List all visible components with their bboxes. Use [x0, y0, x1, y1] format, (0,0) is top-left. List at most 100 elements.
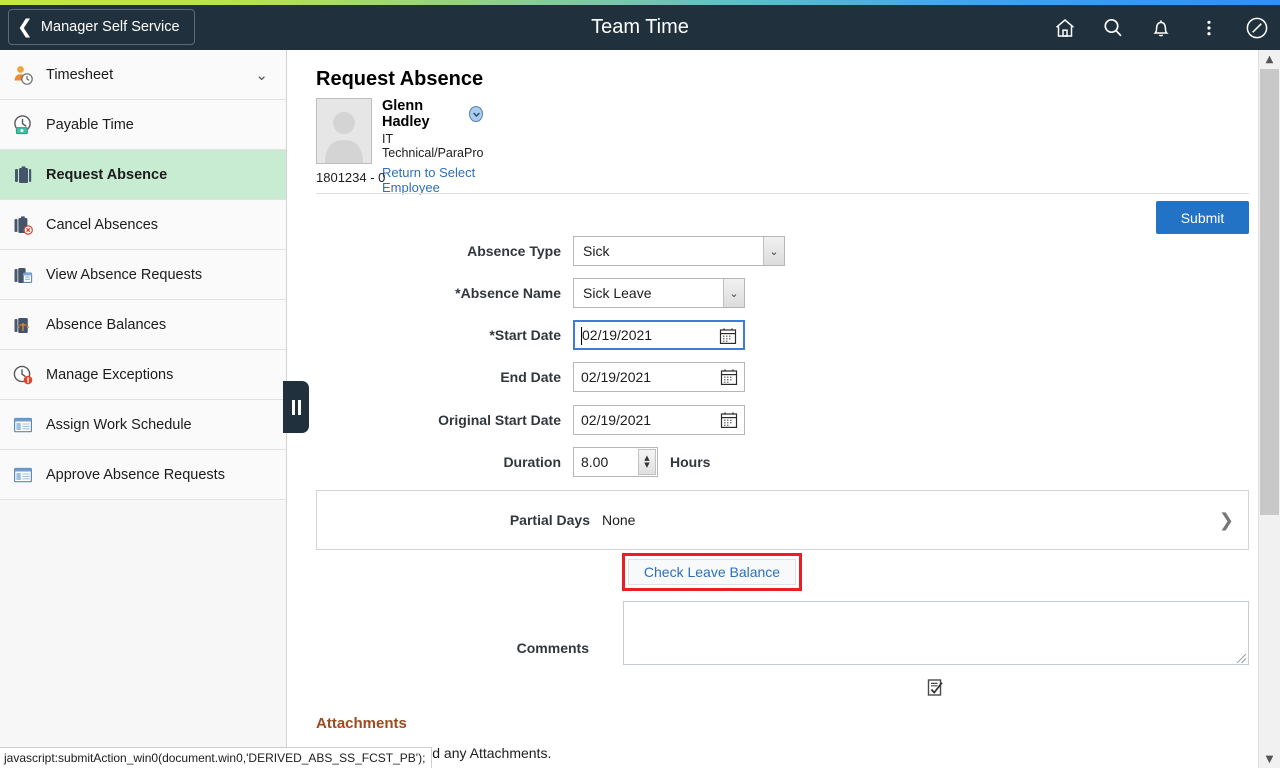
duration-unit-label: Hours	[670, 454, 711, 470]
duration-spinner-arrows-icon[interactable]: ▲ ▼	[638, 449, 656, 475]
sidebar-item-request-absence[interactable]: Request Absence	[0, 150, 286, 200]
text-cursor	[581, 327, 582, 345]
back-to-manager-self-service-button[interactable]: ❮ Manager Self Service	[8, 9, 195, 45]
partial-days-label: Partial Days	[509, 512, 590, 528]
sidebar-item-assign-work-schedule[interactable]: Assign Work Schedule	[0, 400, 286, 450]
scrollbar-thumb[interactable]	[1260, 69, 1279, 515]
manage-exceptions-alert-clock-icon	[10, 362, 36, 388]
timesheet-person-clock-icon	[10, 62, 36, 88]
original-start-date-input[interactable]: 02/19/2021	[573, 405, 745, 435]
partial-days-value: None	[602, 512, 636, 528]
app-header: ❮ Manager Self Service Team Time	[0, 5, 1280, 50]
navbar-compass-icon[interactable]	[1244, 15, 1270, 41]
sidebar-item-view-absence-requests[interactable]: View Absence Requests	[0, 250, 286, 300]
browser-status-bar: javascript:submitAction_win0(document.wi…	[0, 747, 433, 768]
view-absence-requests-icon	[10, 262, 36, 288]
top-accent-gradient-bar	[0, 0, 1280, 5]
absence-type-select[interactable]: Sick ⌄	[573, 236, 785, 266]
chevron-down-icon[interactable]: ⌄	[255, 66, 268, 84]
resize-handle-icon[interactable]	[1237, 654, 1246, 663]
sidebar-item-approve-absence-requests[interactable]: Approve Absence Requests	[0, 450, 286, 500]
search-icon[interactable]	[1100, 15, 1126, 41]
original-start-date-label: Original Start Date	[438, 412, 561, 428]
home-icon[interactable]	[1052, 15, 1078, 41]
sidebar-item-label: View Absence Requests	[46, 266, 203, 283]
request-absence-briefcase-icon	[10, 162, 36, 188]
chevron-down-icon: ⌄	[723, 279, 744, 307]
start-date-label: *Start Date	[489, 327, 561, 343]
sidebar-item-label: Cancel Absences	[46, 216, 159, 233]
duration-label: Duration	[503, 454, 561, 470]
original-start-date-row: Original Start Date 02/19/2021	[288, 405, 745, 435]
related-actions-chevron-icon[interactable]	[469, 106, 484, 122]
duration-stepper[interactable]: 8.00 ▲ ▼	[573, 447, 658, 477]
absence-name-value: Sick Leave	[583, 285, 652, 301]
employee-id: 1801234 - 0	[316, 170, 386, 185]
absence-type-label: Absence Type	[467, 243, 561, 259]
assign-work-schedule-window-icon	[10, 412, 36, 438]
employee-name-row: Glenn Hadley	[382, 98, 484, 130]
page-scrollbar[interactable]: ▲ ▼	[1258, 50, 1280, 768]
absence-type-value: Sick	[583, 243, 610, 259]
absence-name-select[interactable]: Sick Leave ⌄	[573, 278, 745, 308]
page-title: Request Absence	[316, 68, 484, 90]
sidebar-item-label: Payable Time	[46, 116, 134, 133]
calendar-icon[interactable]	[720, 368, 738, 386]
sidebar-item-payable-time[interactable]: Payable Time	[0, 100, 286, 150]
absence-balances-icon	[10, 312, 36, 338]
approve-absence-requests-window-icon	[10, 462, 36, 488]
duration-value: 8.00	[581, 454, 609, 470]
sidebar-item-manage-exceptions[interactable]: Manage Exceptions	[0, 350, 286, 400]
employee-name: Glenn Hadley	[382, 98, 430, 130]
header-icon-group	[1052, 5, 1270, 50]
section-divider	[316, 193, 1249, 194]
employee-details: Glenn Hadley IT Technical/ParaPro Return…	[382, 98, 483, 195]
end-date-input[interactable]: 02/19/2021	[573, 362, 745, 392]
submit-button[interactable]: Submit	[1156, 201, 1249, 234]
payable-time-clock-icon	[10, 112, 36, 138]
calendar-icon[interactable]	[720, 411, 738, 429]
absence-type-row: Absence Type Sick ⌄	[288, 236, 785, 266]
end-date-label: End Date	[500, 369, 561, 385]
scroll-down-arrow-icon[interactable]: ▼	[1259, 750, 1280, 768]
calendar-icon[interactable]	[719, 327, 737, 345]
actions-menu-icon[interactable]	[1196, 15, 1222, 41]
end-date-row: End Date 02/19/2021	[288, 362, 745, 392]
absence-name-label: *Absence Name	[455, 285, 561, 301]
handle-bars	[291, 399, 301, 415]
sidebar-item-label: Assign Work Schedule	[46, 416, 192, 433]
comments-textarea[interactable]	[623, 601, 1249, 665]
end-date-value: 02/19/2021	[581, 369, 652, 385]
check-leave-balance-button[interactable]: Check Leave Balance	[628, 559, 796, 585]
spellcheck-icon[interactable]	[926, 678, 946, 698]
spinner-down-arrow-icon[interactable]: ▼	[644, 462, 649, 469]
sidebar-item-label: Request Absence	[46, 166, 168, 183]
back-button-label: Manager Self Service	[40, 19, 180, 35]
chevron-left-icon: ❮	[17, 15, 33, 38]
sidebar-item-timesheet[interactable]: Timesheet ⌄	[0, 50, 286, 100]
sidebar-item-cancel-absences[interactable]: Cancel Absences	[0, 200, 286, 250]
sidebar-item-label: Absence Balances	[46, 316, 167, 333]
start-date-value: 02/19/2021	[582, 327, 653, 343]
scroll-up-arrow-icon[interactable]: ▲	[1259, 50, 1280, 68]
absence-name-row: *Absence Name Sick Leave ⌄	[288, 278, 745, 308]
comments-label: Comments	[516, 640, 589, 656]
start-date-row: *Start Date 02/19/2021	[288, 320, 745, 350]
original-start-date-value: 02/19/2021	[581, 412, 652, 428]
chevron-right-icon: ❯	[1218, 509, 1234, 531]
return-to-select-employee-link[interactable]: Return to Select Employee	[382, 165, 483, 195]
sidebar-item-label: Manage Exceptions	[46, 366, 174, 383]
partial-days-row[interactable]: Partial Days None ❯	[316, 490, 1249, 550]
collapse-sidebar-handle-icon[interactable]	[283, 381, 309, 433]
cancel-absences-briefcase-icon	[10, 212, 36, 238]
sidebar-item-label: Timesheet	[46, 66, 114, 83]
attachments-heading: Attachments	[316, 715, 407, 732]
main-content-area: Request Absence Glenn Hadley IT Technica…	[288, 50, 1258, 768]
sidebar-item-absence-balances[interactable]: Absence Balances	[0, 300, 286, 350]
chevron-down-icon: ⌄	[763, 237, 784, 265]
employee-job-title: IT Technical/ParaPro	[382, 132, 484, 160]
notifications-bell-icon[interactable]	[1148, 15, 1174, 41]
employee-photo-placeholder-icon	[316, 98, 372, 164]
start-date-input[interactable]: 02/19/2021	[573, 320, 745, 350]
sidebar-item-label: Approve Absence Requests	[46, 466, 225, 483]
